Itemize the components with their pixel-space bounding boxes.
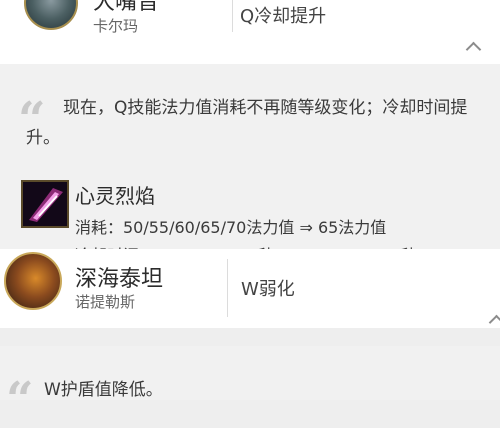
header-divider xyxy=(227,259,228,317)
change-details-nautilus: “ W护盾值降低。 xyxy=(0,346,500,424)
ability-icon-inner-flame xyxy=(21,180,69,228)
ability-cost: 消耗：50/55/60/65/70法力值 ⇒ 65法力值 xyxy=(75,218,387,237)
chevron-up-icon[interactable] xyxy=(465,41,482,58)
change-details-karma: “ 现在，Q技能法力值消耗不再随等级变化；冷却时间提升。 心灵烈焰 消耗：50/… xyxy=(0,64,500,265)
champion-card-karma-header: 大嘴音 卡尔玛 Q冷却提升 xyxy=(0,0,500,64)
champion-name: 深海泰坦 xyxy=(75,267,164,292)
champion-subtitle: 卡尔玛 xyxy=(93,17,139,35)
champion-card-nautilus-header: 深海泰坦 诺提勒斯 W弱化 xyxy=(0,249,500,331)
champion-subtitle: 诺提勒斯 xyxy=(75,293,136,311)
quote-icon: “ xyxy=(6,372,34,428)
champion-name: 大嘴音 xyxy=(93,0,160,15)
change-title: Q冷却提升 xyxy=(240,6,327,27)
ability-name: 心灵烈焰 xyxy=(75,184,155,208)
change-title: W弱化 xyxy=(241,279,295,300)
change-description: W护盾值降低。 xyxy=(44,380,163,400)
change-description: 现在，Q技能法力值消耗不再随等级变化；冷却时间提升。 xyxy=(26,98,468,148)
header-divider xyxy=(232,0,233,32)
nautilus-avatar xyxy=(4,252,62,310)
karma-avatar xyxy=(24,0,78,30)
chevron-up-icon[interactable] xyxy=(488,314,500,331)
